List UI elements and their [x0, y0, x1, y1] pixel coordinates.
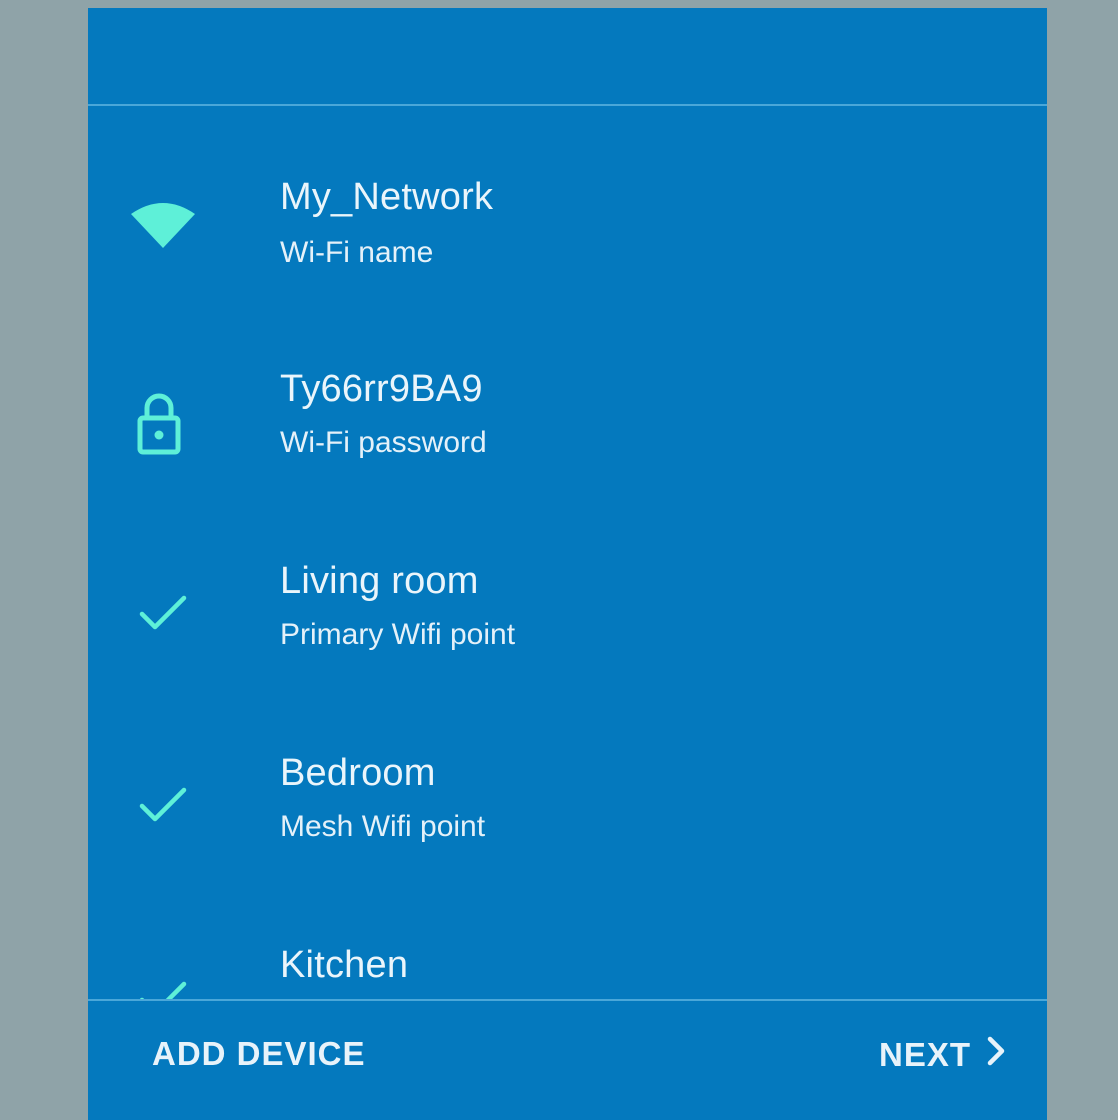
device-role: Mesh Wifi point — [280, 810, 486, 843]
chevron-right-icon — [985, 1035, 1007, 1075]
device-name: Living room — [280, 560, 479, 602]
panel-header — [88, 8, 1047, 104]
device-name: Bedroom — [280, 752, 436, 794]
wifi-password-label: Wi-Fi password — [280, 426, 487, 459]
top-strip — [0, 0, 1118, 8]
next-button[interactable]: NEXT — [879, 1035, 1007, 1075]
wifi-name-value: My_Network — [280, 176, 494, 218]
check-icon — [128, 578, 198, 648]
setup-panel: My_Network Wi-Fi name Ty66rr9BA9 Wi-Fi p… — [88, 8, 1047, 1120]
network-list[interactable]: My_Network Wi-Fi name Ty66rr9BA9 Wi-Fi p… — [88, 106, 1047, 999]
check-icon — [128, 964, 198, 999]
wifi-password-value: Ty66rr9BA9 — [280, 368, 483, 410]
list-item-device[interactable]: Living room Primary Wifi point — [88, 488, 1047, 651]
next-button-label: NEXT — [878, 1036, 971, 1073]
panel-footer: ADD DEVICE NEXT — [88, 1001, 1047, 1120]
list-item-wifi-name[interactable]: My_Network Wi-Fi name — [88, 106, 1047, 269]
device-name: Kitchen — [280, 944, 409, 986]
list-item-wifi-password[interactable]: Ty66rr9BA9 Wi-Fi password — [88, 296, 1047, 459]
check-icon — [128, 770, 198, 840]
wifi-icon — [128, 196, 198, 266]
list-item-device[interactable]: Kitchen — [88, 872, 1047, 999]
lock-icon — [128, 388, 198, 458]
device-role: Primary Wifi point — [280, 618, 516, 651]
add-device-button[interactable]: ADD DEVICE — [152, 1035, 366, 1073]
wifi-name-label: Wi-Fi name — [280, 236, 434, 269]
list-item-device[interactable]: Bedroom Mesh Wifi point — [88, 680, 1047, 843]
